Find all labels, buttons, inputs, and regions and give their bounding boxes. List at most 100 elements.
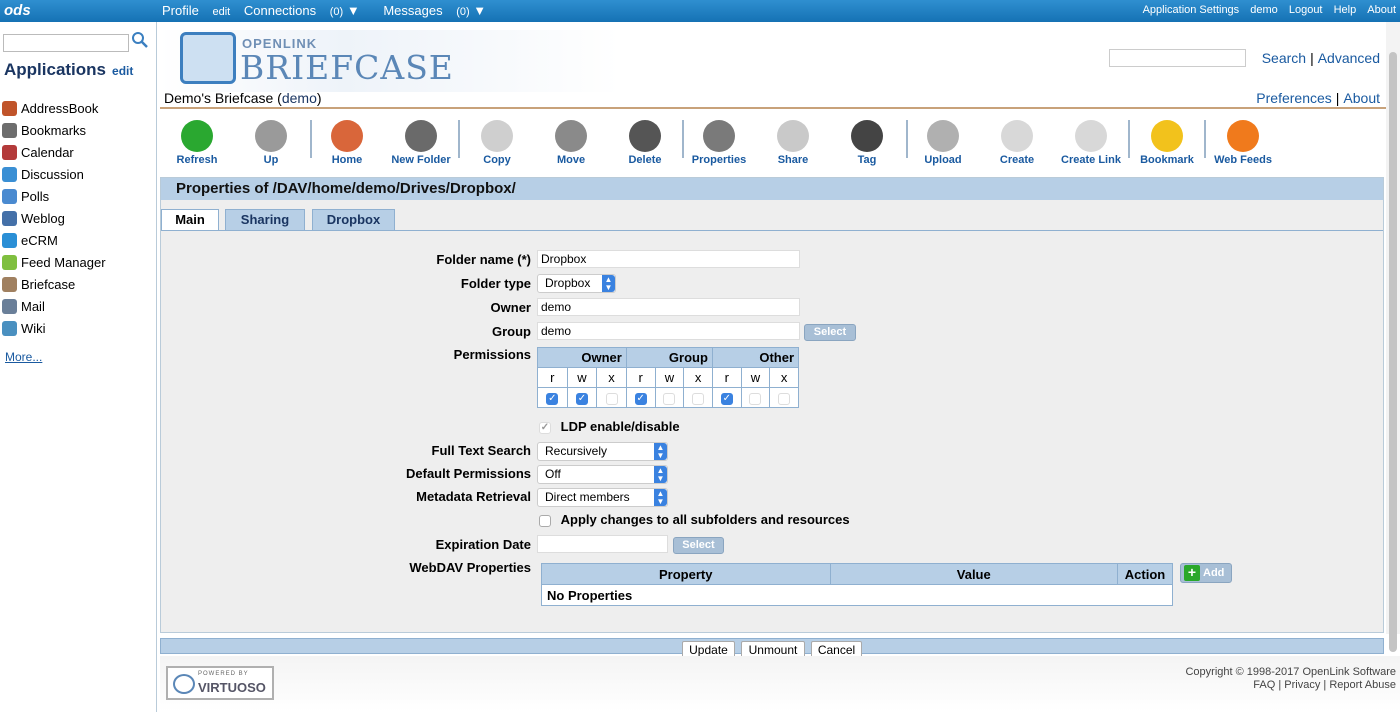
- action-column-header: Action: [1117, 563, 1173, 585]
- sidebar-item-weblog[interactable]: Weblog: [0, 208, 106, 230]
- privacy-link[interactable]: Privacy: [1284, 679, 1320, 691]
- full-text-search-select[interactable]: Recursively ▲ ▼: [537, 442, 668, 461]
- default-permissions-select[interactable]: Off ▲ ▼: [537, 465, 668, 484]
- select-arrow-icon: ▲ ▼: [654, 443, 667, 460]
- about-link[interactable]: About: [1343, 90, 1380, 106]
- sidebar-item-calendar[interactable]: Calendar: [0, 142, 106, 164]
- owner-field[interactable]: demo: [537, 298, 800, 316]
- sidebar-item-briefcase[interactable]: Briefcase: [0, 274, 106, 296]
- connections-label[interactable]: Connections: [244, 3, 316, 18]
- delete-button[interactable]: Delete: [610, 114, 680, 166]
- connections-menu[interactable]: Connections (0) ▼: [244, 3, 370, 18]
- perm-checkbox[interactable]: ✓: [546, 392, 559, 405]
- perm-column-label: w: [654, 367, 685, 388]
- sidebar-item-ecrm[interactable]: eCRM: [0, 230, 106, 252]
- share-button[interactable]: Share: [758, 114, 828, 166]
- web-feeds-button[interactable]: Web Feeds: [1208, 114, 1278, 166]
- group-select-button[interactable]: Select: [804, 324, 856, 341]
- search-icon[interactable]: [131, 31, 149, 49]
- more-link[interactable]: More...: [5, 350, 42, 364]
- briefcase-logo-icon: [180, 32, 236, 84]
- ldp-checkbox[interactable]: ✓: [539, 421, 551, 434]
- properties-button[interactable]: Properties: [684, 114, 754, 166]
- ods-logo[interactable]: ods: [4, 2, 31, 19]
- home-button[interactable]: Home: [312, 114, 382, 166]
- scrollbar-thumb[interactable]: [1389, 52, 1397, 652]
- expiration-select-button[interactable]: Select: [673, 537, 724, 554]
- report-abuse-link[interactable]: Report Abuse: [1329, 679, 1396, 691]
- copy-label: Copy: [483, 154, 511, 166]
- page-scrollbar[interactable]: [1386, 22, 1400, 652]
- perm-column-label: r: [711, 367, 742, 388]
- perm-checkbox[interactable]: [692, 392, 705, 405]
- application-settings-link[interactable]: Application Settings: [1143, 4, 1240, 16]
- perm-checkbox[interactable]: [663, 392, 676, 405]
- refresh-button[interactable]: Refresh: [162, 114, 232, 166]
- applications-edit-link[interactable]: edit: [112, 64, 133, 78]
- search-link[interactable]: Search: [1262, 50, 1306, 66]
- perm-checkbox[interactable]: ✓: [720, 392, 733, 405]
- move-button[interactable]: Move: [536, 114, 606, 166]
- tab-sharing[interactable]: Sharing: [225, 209, 305, 231]
- tab-main[interactable]: Main: [161, 209, 219, 231]
- tag-button[interactable]: Tag: [832, 114, 902, 166]
- default-permissions-label: Default Permissions: [406, 466, 531, 481]
- perm-column-label: x: [769, 367, 799, 388]
- properties-panel: Properties of /DAV/home/demo/Drives/Drop…: [160, 177, 1384, 633]
- up-button[interactable]: Up: [236, 114, 306, 166]
- profile-label[interactable]: Profile: [162, 3, 199, 18]
- user-link[interactable]: demo: [1250, 4, 1278, 16]
- powered-by-virtuoso-logo[interactable]: POWERED BY VIRTUOSO: [166, 666, 274, 700]
- messages-menu[interactable]: Messages (0) ▼: [383, 3, 496, 18]
- perm-group-header: Group: [625, 347, 713, 368]
- expiration-date-field[interactable]: [537, 535, 668, 553]
- sidebar-item-mail[interactable]: Mail: [0, 296, 106, 318]
- sidebar-item-bookmarks[interactable]: Bookmarks: [0, 120, 106, 142]
- sidebar-search-input[interactable]: [3, 34, 129, 52]
- header-search-input[interactable]: [1109, 49, 1246, 67]
- copy-button[interactable]: Copy: [462, 114, 532, 166]
- chevron-down-icon[interactable]: ▼: [473, 3, 486, 18]
- perm-checkbox[interactable]: [749, 392, 762, 405]
- messages-label[interactable]: Messages: [383, 3, 442, 18]
- perm-checkbox[interactable]: ✓: [575, 392, 588, 405]
- virtuoso-text: VIRTUOSO: [198, 680, 266, 695]
- help-link[interactable]: Help: [1334, 4, 1357, 16]
- apply-subfolders-checkbox[interactable]: [539, 514, 551, 527]
- profile-menu[interactable]: Profile edit: [162, 3, 230, 18]
- new-folder-button[interactable]: New Folder: [386, 114, 456, 166]
- perm-checkbox[interactable]: [605, 392, 618, 405]
- faq-link[interactable]: FAQ: [1253, 679, 1275, 691]
- profile-edit-link[interactable]: edit: [212, 6, 230, 18]
- sidebar-item-wiki[interactable]: Wiki: [0, 318, 106, 340]
- logout-link[interactable]: Logout: [1289, 4, 1323, 16]
- create-link-button[interactable]: Create Link: [1056, 114, 1126, 166]
- expiration-date-label: Expiration Date: [435, 537, 531, 552]
- add-property-button[interactable]: + Add: [1180, 563, 1232, 583]
- perm-cell: [769, 387, 799, 408]
- perm-checkbox[interactable]: [778, 392, 791, 405]
- default-permissions-value: Off: [545, 467, 561, 481]
- perm-column-label: x: [683, 367, 713, 388]
- about-link[interactable]: About: [1367, 4, 1396, 16]
- perm-checkbox[interactable]: ✓: [634, 392, 647, 405]
- metadata-retrieval-select[interactable]: Direct members ▲ ▼: [537, 488, 668, 507]
- folder-type-select[interactable]: Dropbox ▲ ▼: [537, 274, 616, 293]
- permissions-table: Owner Group Other rwxrwxrwx ✓ ✓ ✓ ✓: [537, 347, 800, 408]
- tab-dropbox[interactable]: Dropbox: [312, 209, 395, 231]
- advanced-link[interactable]: Advanced: [1318, 50, 1380, 66]
- property-column-header: Property: [541, 563, 831, 585]
- page-title-user-link[interactable]: demo: [282, 90, 317, 106]
- sidebar-item-polls[interactable]: Polls: [0, 186, 106, 208]
- sidebar-item-addressbook[interactable]: AddressBook: [0, 98, 106, 120]
- preferences-link[interactable]: Preferences: [1256, 90, 1331, 106]
- upload-button[interactable]: Upload: [908, 114, 978, 166]
- sidebar-item-discussion[interactable]: Discussion: [0, 164, 106, 186]
- sidebar-item-feed-manager[interactable]: Feed Manager: [0, 252, 106, 274]
- bookmark-button[interactable]: Bookmark: [1132, 114, 1202, 166]
- folder-name-field[interactable]: Dropbox: [537, 250, 800, 268]
- create-button[interactable]: Create: [982, 114, 1052, 166]
- group-field[interactable]: demo: [537, 322, 800, 340]
- sidebar-item-label: eCRM: [21, 233, 58, 248]
- chevron-down-icon[interactable]: ▼: [347, 3, 360, 18]
